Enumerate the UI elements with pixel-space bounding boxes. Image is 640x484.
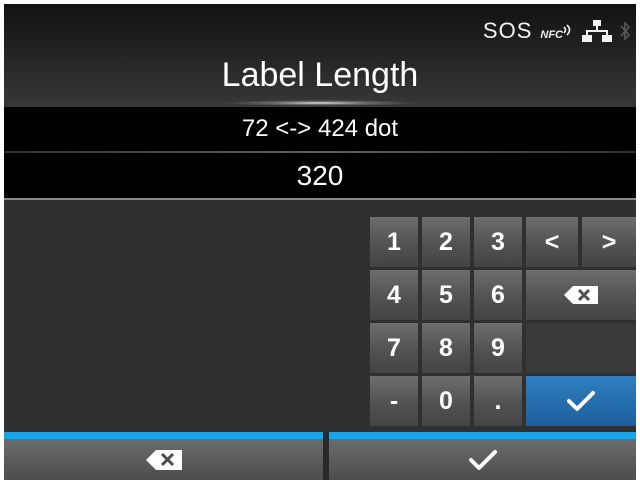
cursor-left-button[interactable]: < [526,217,578,267]
nfc-icon: NFC [540,22,574,41]
key-decimal[interactable]: . [474,376,522,426]
cancel-button[interactable] [4,439,323,480]
backspace-button[interactable] [526,270,636,320]
label-length-screen: SOS NFC Label Length 72 <-> 424 dot 320 … [4,4,636,480]
backspace-icon [564,286,598,304]
checkmark-icon [468,449,497,470]
range-display: 72 <-> 424 dot [4,107,636,151]
bluetooth-icon [620,21,630,41]
keypad-blank-area [526,323,636,373]
sos-indicator: SOS [482,18,533,43]
page-title: Label Length [221,56,419,94]
title-underline-glow [220,100,420,106]
value-input[interactable]: 320 [4,153,636,198]
key-2[interactable]: 2 [422,217,470,267]
key-minus[interactable]: - [370,376,418,426]
checkmark-icon [567,391,595,411]
value-underline [4,198,636,200]
key-9[interactable]: 9 [474,323,522,373]
key-1[interactable]: 1 [370,217,418,267]
header: SOS NFC Label Length [4,4,636,107]
key-8[interactable]: 8 [422,323,470,373]
cursor-right-button[interactable]: > [582,217,636,267]
confirm-button[interactable] [329,439,636,480]
key-7[interactable]: 7 [370,323,418,373]
confirm-accent-bar [329,432,636,439]
enter-button[interactable] [526,376,636,426]
cancel-accent-bar [4,432,323,439]
key-0[interactable]: 0 [422,376,470,426]
nfc-label: NFC [540,28,563,41]
backspace-icon [145,449,182,470]
key-6[interactable]: 6 [474,270,522,320]
key-5[interactable]: 5 [422,270,470,320]
network-icon [582,20,612,42]
key-3[interactable]: 3 [474,217,522,267]
key-4[interactable]: 4 [370,270,418,320]
status-bar: SOS NFC [483,18,630,44]
